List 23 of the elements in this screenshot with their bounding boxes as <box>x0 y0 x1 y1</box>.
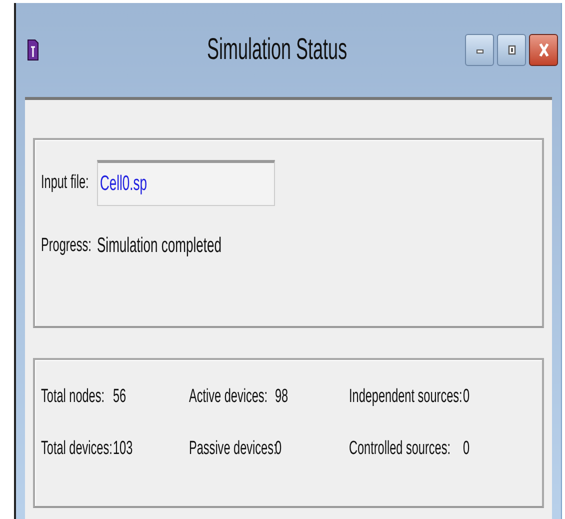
window-title: Simulation Status <box>207 33 348 67</box>
stat-value: 56 <box>113 386 126 408</box>
stat-label: Active devices: <box>189 386 268 408</box>
field-label: Input file: <box>41 172 89 194</box>
stat-label: Independent sources: <box>349 386 462 408</box>
minimize-button[interactable] <box>465 34 494 66</box>
stat-value: 98 <box>275 386 288 408</box>
close-icon <box>538 42 550 58</box>
stat-label: Total nodes: <box>41 386 105 408</box>
stat-value: 103 <box>113 438 133 460</box>
input-file-field[interactable]: Cell0.sp <box>97 160 275 206</box>
stat-label: Total devices: <box>41 438 112 460</box>
close-button[interactable] <box>529 34 558 66</box>
stat-value: 0 <box>463 438 470 460</box>
field-label: Progress: <box>41 235 92 257</box>
document-icon <box>27 38 39 62</box>
progress-text: Simulation completed <box>97 234 222 258</box>
stat-label: Passive devices: <box>189 438 277 460</box>
maximize-icon <box>506 44 516 56</box>
stat-label: Controlled sources: <box>349 438 450 460</box>
stat-value: 0 <box>463 386 470 408</box>
maximize-button[interactable] <box>497 34 526 66</box>
stat-value: 0 <box>275 438 282 460</box>
